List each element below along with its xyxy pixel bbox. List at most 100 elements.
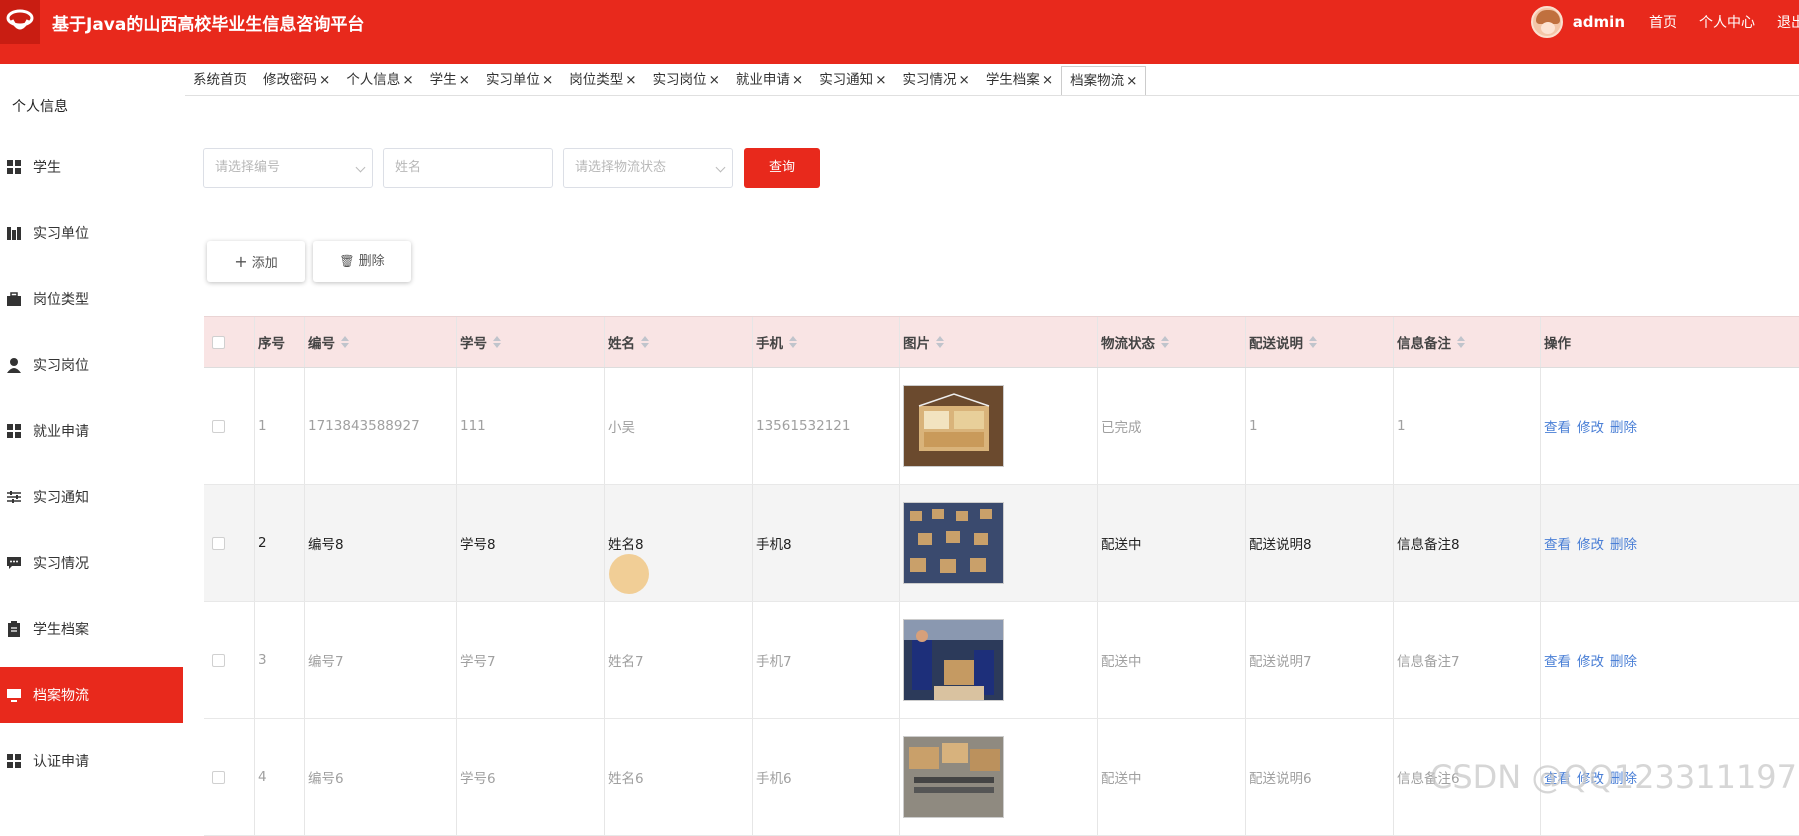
column-header[interactable]: 信息备注 [1393,317,1540,367]
row-image[interactable] [903,502,1004,584]
edit-link[interactable]: 修改 [1577,533,1604,553]
view-link[interactable]: 查看 [1544,416,1571,436]
delete-button[interactable]: 🗑 删除 [313,241,411,282]
row-checkbox[interactable] [212,536,225,550]
sort-icon[interactable] [641,336,649,348]
close-icon[interactable]: × [319,72,330,88]
sidebar-item[interactable]: 实习岗位 [0,337,183,393]
row-image[interactable] [903,385,1004,467]
column-header[interactable]: 编号 [304,317,456,367]
tab[interactable]: 系统首页 [185,66,255,95]
close-icon[interactable]: × [459,72,470,88]
tab[interactable]: 实习情况 × [895,66,978,95]
sidebar-item[interactable]: 实习单位 [0,205,183,261]
sidebar-item[interactable]: 岗位类型 [0,271,183,327]
sort-icon[interactable] [936,336,944,348]
edit-link[interactable]: 修改 [1577,416,1604,436]
table-row[interactable]: 1 1713843588927 111 小吴 13561532121 已完成 1 1 查看 修改删… [204,368,1799,485]
sidebar-item[interactable]: 实习通知 [0,469,183,525]
close-icon[interactable]: × [709,72,720,88]
sidebar-item-label: 档案物流 [33,688,89,704]
cell-value: 配送说明7 [1249,654,1312,670]
chat-icon [6,555,22,571]
tab-label: 实习通知 [819,72,874,88]
query-button[interactable]: 查询 [744,148,820,188]
delivery-workers-image [904,620,1003,700]
close-icon[interactable]: × [542,72,553,88]
table-cell: 1 [1245,368,1393,484]
tab[interactable]: 档案物流 × [1061,66,1147,95]
sidebar-item[interactable]: 实习情况 [0,535,183,591]
add-button[interactable]: + 添加 [207,241,305,282]
sort-icon[interactable] [789,336,797,348]
logo-icon [6,9,34,30]
table-row[interactable]: 3 编号7 学号7 姓名7 手机7 配送中 配送说明7 信息备注7 查看 修改 删除 [204,602,1799,719]
cell-value: 配送中 [1101,537,1142,553]
delete-link[interactable]: 删除 [1610,650,1637,670]
tab[interactable]: 实习岗位 × [645,66,728,95]
sidebar-item[interactable]: 学生档案 [0,601,183,657]
sidebar-item-label: 学生档案 [33,622,89,638]
status-select[interactable]: 请选择物流状态 [563,148,733,188]
column-header[interactable]: 手机 [752,317,899,367]
tab[interactable]: 学生档案 × [978,66,1061,95]
avatar[interactable] [1530,6,1563,38]
select-all-checkbox[interactable] [212,335,225,349]
tab[interactable]: 修改密码 × [255,66,338,95]
user-name: admin [1572,13,1625,31]
tab[interactable]: 岗位类型 × [561,66,644,95]
row-image[interactable] [903,619,1004,701]
close-icon[interactable]: × [875,72,886,88]
close-icon[interactable]: × [625,72,636,88]
row-checkbox[interactable] [212,419,225,433]
column-header[interactable]: 学号 [456,317,604,367]
tab[interactable]: 实习通知 × [811,66,894,95]
tab[interactable]: 个人信息 × [338,66,421,95]
name-input[interactable]: 姓名 [383,148,553,188]
column-header-label: 物流状态 [1101,336,1155,352]
tab[interactable]: 就业申请 × [728,66,811,95]
sidebar-item[interactable]: 档案物流 [0,667,183,723]
cell-value: 编号8 [308,537,344,553]
sort-icon[interactable] [1161,336,1169,348]
tab[interactable]: 实习单位 × [478,66,561,95]
delete-link[interactable]: 删除 [1610,533,1637,553]
close-icon[interactable]: × [1042,72,1053,88]
column-header[interactable]: 配送说明 [1245,317,1393,367]
column-header-label: 操作 [1544,336,1571,352]
sort-icon[interactable] [1309,336,1317,348]
column-header[interactable]: 图片 [899,317,1097,367]
home-link[interactable]: 首页 [1649,12,1677,32]
number-select[interactable]: 请选择编号 [203,148,373,188]
view-link[interactable]: 查看 [1544,650,1571,670]
profile-link[interactable]: 个人中心 [1699,12,1755,32]
view-link[interactable]: 查看 [1544,533,1571,553]
close-icon[interactable]: × [402,72,413,88]
close-icon[interactable]: × [959,72,970,88]
edit-link[interactable]: 修改 [1577,650,1604,670]
sidebar-item[interactable]: 就业申请 [0,403,183,459]
column-header[interactable]: 物流状态 [1097,317,1245,367]
close-icon[interactable]: × [792,72,803,88]
sort-icon[interactable] [1457,336,1465,348]
column-header[interactable]: 姓名 [604,317,752,367]
logout-link[interactable]: 退出 [1777,12,1799,32]
sidebar-item-label: 实习岗位 [33,358,89,374]
watermark: CSDN @QQ123311197 [1430,758,1798,796]
grid-icon [6,753,22,769]
tab[interactable]: 学生 × [422,66,478,95]
sidebar-heading[interactable]: 个人信息 [12,96,68,116]
grid-icon [6,159,22,175]
row-checkbox[interactable] [212,770,225,784]
delete-link[interactable]: 删除 [1610,416,1637,436]
row-checkbox[interactable] [212,653,225,667]
monitor-icon [6,687,22,703]
sidebar-item[interactable]: 认证申请 [0,733,183,789]
sidebar-item[interactable]: 学生 [0,139,183,195]
table-cell: 已完成 [1097,368,1245,484]
table-row[interactable]: 2 编号8 学号8 姓名8 手机8 配送中 配送说明8 信息备注8 查看 修改 删除 [204,485,1799,602]
sort-icon[interactable] [493,336,501,348]
row-image[interactable] [903,736,1004,818]
close-icon[interactable]: × [1126,73,1137,89]
sort-icon[interactable] [341,336,349,348]
